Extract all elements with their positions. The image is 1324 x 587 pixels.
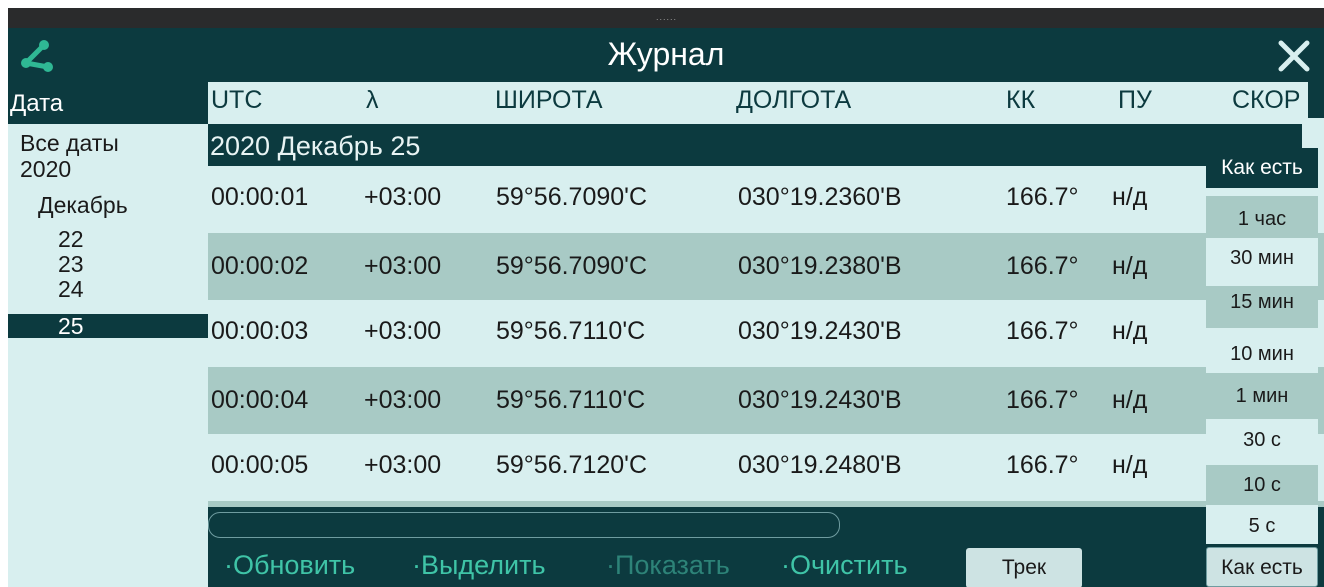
interval-option-30-min[interactable]: 30 мин [1206,238,1318,286]
tree-item-year[interactable]: 2020 [20,158,71,181]
cell-course: 166.7° [1006,317,1079,345]
cell-longitude: 030°19.2380'В [738,252,902,280]
horizontal-scrollbar-thumb[interactable] [208,512,840,538]
cell-latitude: 59°56.7090'С [496,183,648,211]
cell-timezone: +03:00 [364,386,442,414]
app-window: ...... Журнал Дата Все даты 2020 Декабрь… [8,8,1324,587]
cell-utc: 00:00:01 [211,183,309,211]
vertical-scrollbar[interactable] [1308,82,1324,118]
cell-utc: 00:00:02 [211,252,309,280]
cell-longitude: 030°19.2480'В [738,451,902,479]
select-button[interactable]: ·Выделить [412,550,546,581]
cell-course: 166.7° [1006,451,1079,479]
track-button[interactable]: Трек [966,548,1082,587]
interval-option-10-min[interactable]: 10 мин [1206,328,1318,373]
table-row[interactable]: 00:00:04 +03:00 59°56.7110'С 030°19.2430… [208,367,1324,434]
clear-button[interactable]: ·Очистить [781,550,908,581]
cell-heading: н/д [1112,317,1148,345]
cell-timezone: +03:00 [364,317,442,345]
tree-item-day-23[interactable]: 23 [58,253,84,276]
cell-timezone: +03:00 [364,451,442,479]
column-header-utc[interactable]: UTC [211,86,262,115]
interval-select-button[interactable]: Как есть [1206,547,1318,587]
date-sidebar: Дата Все даты 2020 Декабрь 22 23 24 25 [8,82,208,587]
window-title: Журнал [607,36,725,72]
table-row[interactable]: 00:00:03 +03:00 59°56.7110'С 030°19.2430… [208,300,1324,367]
interval-option-1-hour[interactable]: 1 час [1206,196,1318,238]
tree-item-day-22[interactable]: 22 [58,228,84,251]
cell-heading: н/д [1112,386,1148,414]
cell-utc: 00:00:03 [211,317,309,345]
show-button-disabled[interactable]: ·Показать [606,550,730,581]
tree-item-day-25-selected[interactable]: 25 [8,314,208,338]
cell-course: 166.7° [1006,183,1079,211]
tree-item-month[interactable]: Декабрь [38,194,128,217]
interval-option-30-sec[interactable]: 30 с [1206,419,1318,465]
column-header-speed[interactable]: СКОР [1232,86,1300,115]
interval-option-as-is-selected[interactable]: Как есть [1206,148,1318,188]
cell-course: 166.7° [1006,386,1079,414]
cell-latitude: 59°56.7090'С [496,252,648,280]
column-header-course[interactable]: КК [1006,86,1035,115]
refresh-button[interactable]: ·Обновить [224,550,355,581]
close-icon[interactable] [1276,38,1312,74]
cell-longitude: 030°19.2430'В [738,317,902,345]
cell-longitude: 030°19.2430'В [738,386,902,414]
column-header-latitude[interactable]: ШИРОТА [495,86,603,115]
table-row[interactable]: 00:00:01 +03:00 59°56.7090'С 030°19.2360… [208,166,1324,233]
title-bar: Журнал [8,28,1324,82]
cell-timezone: +03:00 [364,252,442,280]
cell-longitude: 030°19.2360'В [738,183,902,211]
cell-latitude: 59°56.7110'С [496,386,646,414]
tree-item-day-24[interactable]: 24 [58,278,84,301]
cell-heading: н/д [1112,451,1148,479]
cell-utc: 00:00:04 [211,386,309,414]
table-row[interactable]: 00:00:02 +03:00 59°56.7090'С 030°19.2380… [208,233,1324,300]
cell-heading: н/д [1112,252,1148,280]
cell-utc: 00:00:05 [211,451,309,479]
table-header: UTC λ ШИРОТА ДОЛГОТА КК ПУ СКОР [208,82,1324,124]
interval-dropdown-menu: Как есть 1 час 30 мин 15 мин 10 мин 1 ми… [1206,148,1318,544]
interval-option-15-min[interactable]: 15 мин [1206,286,1318,328]
cell-heading: н/д [1112,183,1148,211]
column-header-heading[interactable]: ПУ [1118,86,1152,115]
cell-latitude: 59°56.7110'С [496,317,646,345]
window-grip-bar[interactable]: ...... [8,8,1324,28]
table-row[interactable]: 00:00:05 +03:00 59°56.7120'С 030°19.2480… [208,434,1324,501]
cell-timezone: +03:00 [364,183,442,211]
interval-option-5-sec[interactable]: 5 с [1206,505,1318,544]
column-header-longitude[interactable]: ДОЛГОТА [736,86,851,115]
drag-grip[interactable]: ...... [656,12,677,22]
interval-option-10-sec[interactable]: 10 с [1206,465,1318,505]
interval-option-1-min[interactable]: 1 мин [1206,373,1318,419]
date-column-header: Дата [8,82,208,124]
log-table: UTC λ ШИРОТА ДОЛГОТА КК ПУ СКОР 2020 Дек… [208,82,1324,507]
bottom-toolbar: ·Обновить ·Выделить ·Показать ·Очистить … [208,544,1324,587]
table-row-partial [208,501,1324,507]
cell-course: 166.7° [1006,252,1079,280]
date-group-header: 2020 Декабрь 25 [208,124,1302,166]
cell-latitude: 59°56.7120'С [496,451,648,479]
column-header-lambda[interactable]: λ [366,86,379,115]
tree-item-all-dates[interactable]: Все даты [20,132,119,155]
